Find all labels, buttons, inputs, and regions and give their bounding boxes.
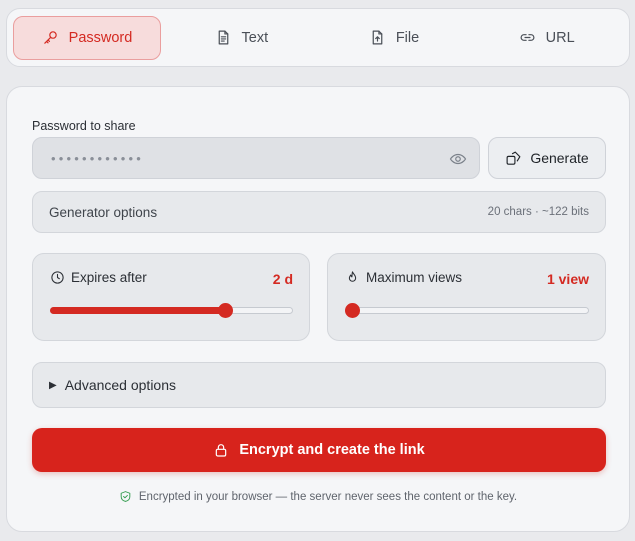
max-views-label: Maximum views: [366, 270, 463, 285]
expires-value: 2 d: [272, 271, 293, 287]
expires-header: Expires after: [50, 270, 147, 285]
tab-url[interactable]: URL: [470, 16, 623, 60]
password-label: Password to share: [32, 119, 136, 133]
max-views-slider[interactable]: [345, 303, 589, 318]
security-note-text: Encrypted in your browser — the server n…: [138, 490, 518, 503]
tab-label: File: [395, 29, 420, 46]
share-form-card: Password to share •••••••••••• Generate …: [6, 86, 630, 532]
slider-track: [345, 307, 589, 314]
expires-card: Expires after 2 d: [32, 253, 310, 341]
eye-icon[interactable]: [449, 150, 467, 168]
file-upload-icon: [372, 30, 383, 45]
encrypt-button-label: Encrypt and create the link: [239, 442, 425, 458]
password-input[interactable]: ••••••••••••: [32, 137, 480, 179]
tab-label: Password: [68, 29, 133, 46]
clock-icon: [51, 271, 64, 284]
expires-label: Expires after: [71, 270, 147, 285]
advanced-options-label: Advanced options: [64, 377, 177, 393]
slider-fill: [50, 307, 225, 314]
max-views-value: 1 view: [546, 271, 589, 287]
generate-button[interactable]: Generate: [488, 137, 606, 179]
expires-slider[interactable]: [50, 303, 293, 318]
key-icon: [43, 31, 57, 44]
max-views-card: Maximum views 1 view: [327, 253, 606, 341]
generate-label: Generate: [530, 150, 589, 166]
tab-label: Text: [241, 29, 269, 46]
tab-password[interactable]: Password: [13, 15, 161, 60]
generator-options-meta: 20 chars · ~122 bits: [487, 206, 589, 218]
encrypt-create-link-button[interactable]: Encrypt and create the link: [32, 428, 606, 472]
tab-text[interactable]: Text: [165, 16, 318, 60]
advanced-options-toggle[interactable]: ▶ Advanced options: [32, 362, 606, 408]
link-icon: [520, 34, 535, 41]
lock-icon: [216, 444, 227, 457]
tab-label: URL: [545, 29, 575, 46]
slider-knob[interactable]: [345, 303, 360, 318]
flame-icon: [348, 271, 357, 282]
security-note: Encrypted in your browser — the server n…: [7, 490, 629, 503]
dice-icon: [506, 151, 521, 165]
shield-check-icon: [120, 491, 131, 502]
tab-file[interactable]: File: [318, 16, 471, 60]
generator-options-label: Generator options: [49, 204, 158, 220]
triangle-right-icon: ▶: [49, 379, 57, 391]
document-icon: [218, 30, 228, 45]
share-type-tabs: Password Text File URL: [6, 8, 630, 67]
generator-options-toggle[interactable]: Generator options 20 chars · ~122 bits: [32, 191, 606, 233]
slider-knob[interactable]: [217, 303, 233, 318]
password-masked-value: ••••••••••••: [51, 150, 145, 166]
max-views-header: Maximum views: [345, 270, 462, 285]
